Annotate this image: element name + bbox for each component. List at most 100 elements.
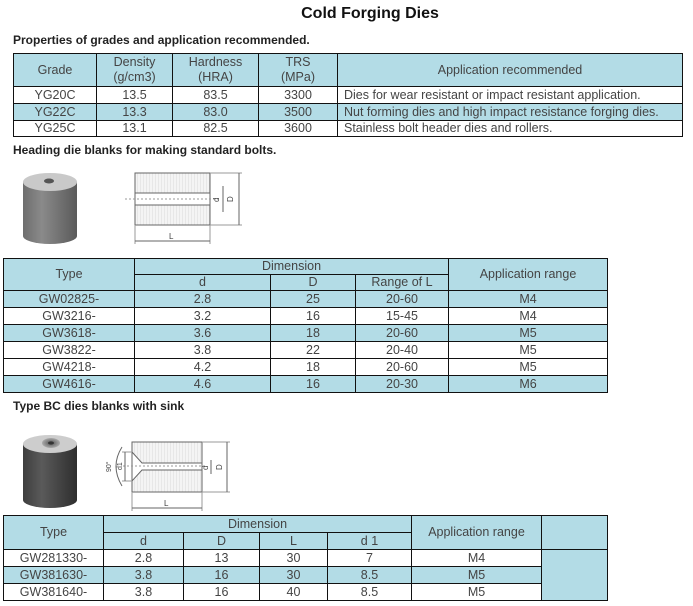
cell-density: 13.5	[96, 86, 173, 104]
die-blank-diagram: D d L	[125, 172, 242, 244]
bc-die-blank-diagram: 90° d1 D d L	[105, 441, 230, 511]
col-header-d1: d 1	[327, 532, 412, 550]
table-row: GW281330- 2.8 13 30 7 M4	[3, 549, 608, 601]
table-row: GW4218- 4.2 18 20-60 M5	[3, 358, 608, 376]
cell-type: GW02825-	[3, 290, 135, 308]
label-d: d	[212, 198, 221, 202]
cell-application: Stainless bolt header dies and rollers.	[337, 120, 683, 137]
cell-d: 3.2	[134, 307, 271, 325]
section-heading-bc-dies: Type BC dies blanks with sink	[13, 399, 185, 413]
trs-label: TRS	[285, 55, 311, 69]
cell-d1: 7	[327, 549, 412, 567]
trs-unit: (MPa)	[280, 70, 316, 84]
bc-dies-table: Type Dimension Application range d D L d…	[3, 515, 608, 601]
col-header-D: D	[270, 274, 356, 291]
cell-hardness: 82.5	[172, 120, 259, 137]
cell-hardness: 83.5	[172, 86, 259, 104]
col-header-dimension: Dimension	[134, 258, 449, 275]
cell-D: 16	[270, 307, 356, 325]
label-angle: 90°	[105, 461, 113, 472]
cell-L: 30	[259, 566, 328, 584]
cell-type: GW4616-	[3, 375, 135, 393]
col-header-dimension: Dimension	[103, 515, 412, 533]
cell-D: 25	[270, 290, 356, 308]
cell-d: 2.8	[134, 290, 271, 308]
cell-d: 4.2	[134, 358, 271, 376]
cell-D: 13	[183, 549, 260, 567]
cell-range-l: 15-45	[355, 307, 449, 325]
table-row: YG22C 13.3 83.0 3500 Nut forming dies an…	[13, 103, 683, 121]
cell-application: Dies for wear resistant or impact resist…	[337, 86, 683, 104]
label-L: L	[164, 499, 169, 508]
col-header-blank	[541, 515, 608, 550]
cell-trs: 3300	[258, 86, 338, 104]
cell-grade: YG25C	[13, 120, 97, 137]
label-d1: d1	[117, 462, 124, 470]
cell-D: 18	[270, 324, 356, 342]
cell-trs: 3500	[258, 103, 338, 121]
table-row: GW3216- 3.2 16 15-45 M4	[3, 307, 608, 325]
cell-range-l: 20-60	[355, 290, 449, 308]
cell-type: GW3822-	[3, 341, 135, 359]
cell-range-l: 20-30	[355, 375, 449, 393]
cell-type: GW381640-	[3, 583, 104, 601]
table-row: YG20C 13.5 83.5 3300 Dies for wear resis…	[13, 86, 683, 104]
cell-D: 16	[183, 583, 260, 601]
col-header-application: Application recommended	[337, 53, 683, 87]
heading-die-table: Type Dimension Application range d D Ran…	[3, 258, 608, 393]
cell-range-l: 20-60	[355, 324, 449, 342]
cell-d: 4.6	[134, 375, 271, 393]
page-title: Cold Forging Dies	[301, 5, 439, 22]
density-label: Density	[113, 55, 156, 69]
col-header-application: Application range	[448, 258, 608, 291]
grades-table: Grade Density (g/cm3) Hardness (HRA) TRS (M…	[13, 53, 683, 137]
cell-application: M5	[448, 324, 608, 342]
cell-D: 18	[270, 358, 356, 376]
cell-range-l: 20-40	[355, 341, 449, 359]
col-header-density: Density (g/cm3)	[96, 53, 173, 87]
blank-side-cell	[541, 549, 608, 601]
cell-type: GW381630-	[3, 566, 104, 584]
die-blank-photo	[23, 173, 77, 244]
cell-d1: 8.5	[327, 566, 412, 584]
cell-application: M5	[411, 566, 542, 584]
header-row: Type Dimension Application range	[3, 515, 608, 550]
cell-d1: 8.5	[327, 583, 412, 601]
cell-d: 3.6	[134, 324, 271, 342]
col-header-d: d	[134, 274, 271, 291]
density-unit: (g/cm3)	[113, 70, 156, 84]
cell-application: M4	[411, 549, 542, 567]
label-D: D	[226, 196, 235, 202]
cell-type: GW3216-	[3, 307, 135, 325]
label-L: L	[169, 232, 174, 241]
cell-d: 3.8	[134, 341, 271, 359]
cell-grade: YG22C	[13, 103, 97, 121]
col-header-grade: Grade	[13, 53, 97, 87]
table-row: YG25C 13.1 82.5 3600 Stainless bolt head…	[13, 120, 683, 137]
label-d: d	[201, 466, 210, 470]
cell-application: M5	[448, 341, 608, 359]
table-row: GW381630- 3.8 16 30 8.5 M5	[3, 566, 608, 584]
cell-density: 13.3	[96, 103, 173, 121]
cell-type: GW281330-	[3, 549, 104, 567]
grades-header-row: Grade Density (g/cm3) Hardness (HRA) TRS (M…	[13, 53, 683, 87]
cell-density: 13.1	[96, 120, 173, 137]
col-header-type: Type	[3, 258, 135, 291]
section-heading-heading-die: Heading die blanks for making standard b…	[13, 143, 277, 157]
hardness-label: Hardness	[188, 55, 243, 69]
cell-application: M4	[448, 290, 608, 308]
col-header-d: d	[103, 532, 184, 550]
cell-L: 30	[259, 549, 328, 567]
cell-d: 3.8	[103, 566, 184, 584]
cell-type: GW3618-	[3, 324, 135, 342]
cell-D: 16	[183, 566, 260, 584]
cell-application: M5	[448, 358, 608, 376]
col-header-hardness: Hardness (HRA)	[172, 53, 259, 87]
col-header-trs: TRS (MPa)	[258, 53, 338, 87]
cell-D: 16	[270, 375, 356, 393]
cell-D: 22	[270, 341, 356, 359]
col-header-range-l: Range of L	[355, 274, 449, 291]
col-header-type: Type	[3, 515, 104, 550]
table-row: GW02825- 2.8 25 20-60 M4	[3, 290, 608, 308]
table-row: GW381640- 3.8 16 40 8.5 M5	[3, 583, 608, 601]
